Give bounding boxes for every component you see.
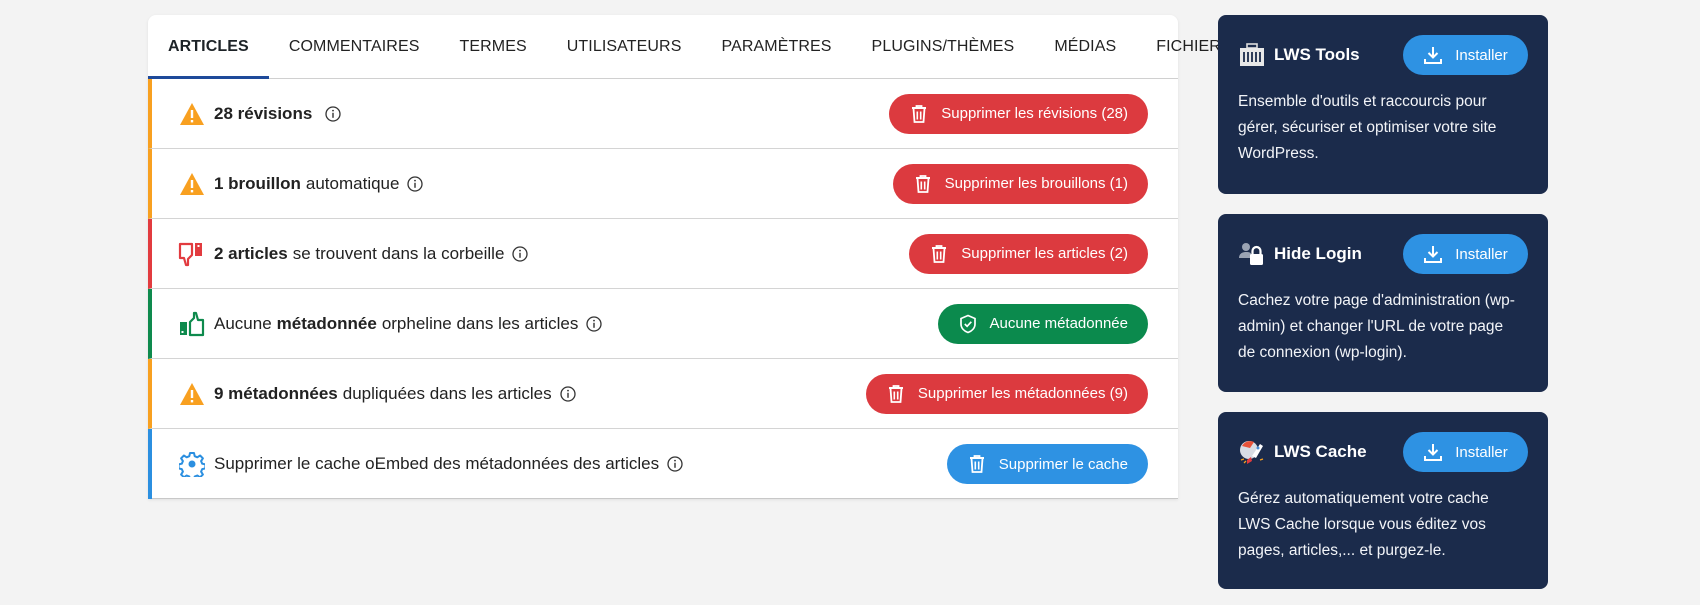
tab-articles[interactable]: ARTICLES (148, 15, 269, 79)
download-icon (1423, 244, 1443, 264)
trash-icon (913, 174, 933, 194)
list-item-duplicate-meta: 9 métadonnées dupliquées dans les articl… (148, 359, 1178, 429)
warning-icon (178, 380, 206, 408)
plugin-card-hide-login: Hide Login Installer Cachez votre page d… (1218, 214, 1548, 392)
cleanup-list: 28 révisions Supprimer les révisions (28… (148, 79, 1178, 499)
install-button[interactable]: Installer (1403, 234, 1528, 274)
item-count: métadonnée (276, 313, 377, 333)
download-icon (1423, 442, 1443, 462)
trash-icon (929, 244, 949, 264)
list-item-oembed-cache: Supprimer le cache oEmbed des métadonnée… (148, 429, 1178, 499)
trash-icon (886, 384, 906, 404)
item-description: orpheline dans les articles (381, 313, 579, 333)
list-item-revisions: 28 révisions Supprimer les révisions (28… (148, 79, 1178, 149)
no-metadata-button[interactable]: Aucune métadonnée (937, 303, 1148, 344)
plugin-description: Cachez votre page d'administration (wp-a… (1238, 292, 1515, 361)
user-lock-icon (1238, 240, 1266, 268)
plugin-card-lws-cache: LWS Cache Installer Gérez automatiquemen… (1218, 412, 1548, 589)
rocket-icon (1238, 438, 1266, 466)
warning-icon (178, 100, 206, 128)
list-item-orphan-meta: Aucune métadonnée orpheline dans les art… (148, 289, 1178, 359)
delete-metadata-button[interactable]: Supprimer les métadonnées (9) (865, 373, 1148, 414)
info-icon[interactable] (407, 175, 424, 192)
tab-plugins-themes[interactable]: PLUGINS/THÈMES (852, 15, 1035, 79)
info-icon[interactable] (559, 385, 576, 402)
info-icon[interactable] (667, 456, 683, 472)
gear-icon (178, 450, 206, 478)
plugin-name: Hide Login (1274, 244, 1362, 263)
item-count: 28 révisions (214, 103, 313, 123)
item-count: 1 brouillon (214, 173, 301, 193)
install-button[interactable]: Installer (1403, 35, 1528, 75)
plugin-description: Ensemble d'outils et raccourcis pour gér… (1238, 93, 1497, 162)
info-icon[interactable] (325, 105, 341, 122)
thumbs-up-icon (178, 310, 206, 338)
warning-icon (178, 170, 206, 198)
plugin-card-lws-tools: LWS Tools Installer Ensemble d'outils et… (1218, 15, 1548, 194)
item-prefix: Aucune (214, 313, 272, 333)
info-icon[interactable] (512, 245, 529, 262)
tab-termes[interactable]: TERMES (440, 15, 547, 79)
delete-drafts-button[interactable]: Supprimer les brouillons (1) (892, 163, 1148, 204)
tab-medias[interactable]: MÉDIAS (1034, 15, 1136, 79)
trash-icon (967, 454, 987, 474)
item-description: automatique (305, 173, 400, 193)
list-item-trash: 2 articles se trouvent dans la corbeille… (148, 219, 1178, 289)
item-description: se trouvent dans la corbeille (292, 243, 505, 263)
thumbs-down-icon (178, 240, 206, 268)
item-count: 2 articles (214, 243, 288, 263)
download-icon (1423, 45, 1443, 65)
main-panel: ARTICLES COMMENTAIRES TERMES UTILISATEUR… (148, 15, 1232, 499)
toolbox-icon (1238, 41, 1266, 69)
plugin-name: LWS Cache (1274, 442, 1367, 461)
info-icon[interactable] (586, 315, 603, 332)
item-description: dupliquées dans les articles (342, 383, 552, 403)
tab-commentaires[interactable]: COMMENTAIRES (269, 15, 440, 79)
shield-check-icon (958, 314, 978, 334)
item-count: 9 métadonnées (214, 383, 338, 403)
list-item-drafts: 1 brouillon automatique Supprimer les br… (148, 149, 1178, 219)
delete-cache-button[interactable]: Supprimer le cache (946, 444, 1148, 484)
plugin-name: LWS Tools (1274, 45, 1360, 64)
install-button[interactable]: Installer (1403, 432, 1528, 472)
trash-icon (909, 104, 929, 124)
delete-revisions-button[interactable]: Supprimer les révisions (28) (889, 93, 1148, 134)
tab-utilisateurs[interactable]: UTILISATEURS (547, 15, 702, 79)
delete-articles-button[interactable]: Supprimer les articles (2) (909, 233, 1148, 274)
plugin-description: Gérez automatiquement votre cache LWS Ca… (1238, 490, 1489, 559)
tab-bar: ARTICLES COMMENTAIRES TERMES UTILISATEUR… (148, 15, 1232, 79)
tab-parametres[interactable]: PARAMÈTRES (701, 15, 851, 79)
item-description: Supprimer le cache oEmbed des métadonnée… (214, 454, 660, 473)
